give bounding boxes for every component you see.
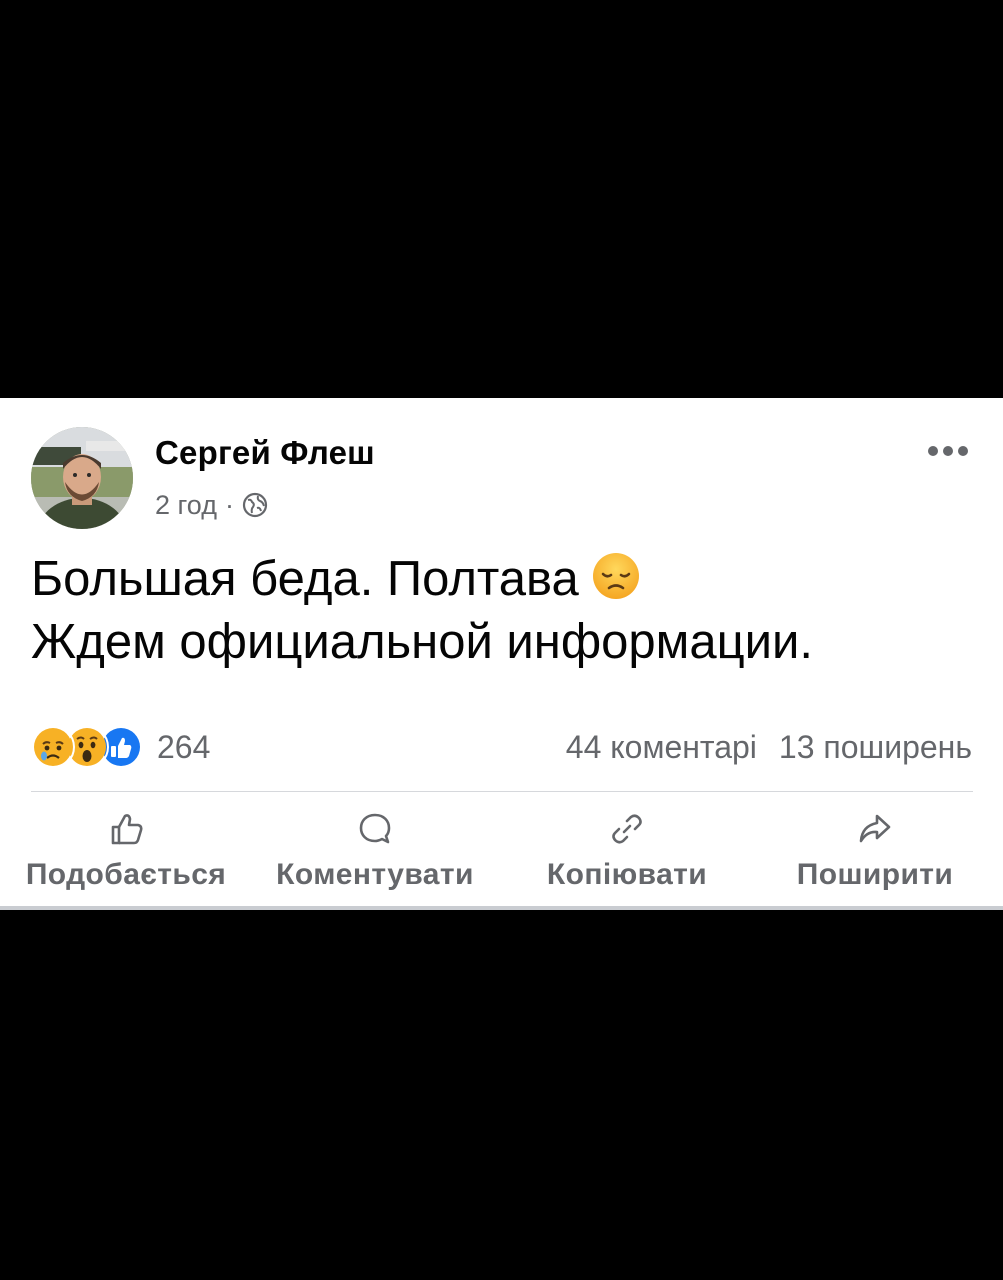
shares-count[interactable]: 13 поширень [779,729,972,766]
share-arrow-icon [859,814,891,843]
more-options-dot [958,446,968,456]
copy-link-button-label: Копіювати [546,858,708,891]
card-divider [0,906,1003,910]
comment-button-label: Коментувати [276,858,474,891]
post-meta: 2 год · [155,488,268,522]
post-text-line-1-content: Большая беда. Полтава [31,552,579,606]
thumbs-up-icon [111,814,143,845]
divider [31,791,973,792]
more-options-button[interactable] [920,436,976,466]
globe-icon [242,492,268,518]
link-icon [612,814,642,844]
meta-separator: · [224,489,234,520]
reaction-count: 264 [157,728,211,765]
comment-icon [359,813,391,844]
like-button-label: Подобається [25,858,227,891]
share-button-label: Поширити [796,858,954,891]
post-text-line-2: Ждем официальной информации. [31,615,814,669]
like-button[interactable]: Подобається [14,806,238,900]
copy-link-button[interactable]: Копіювати [526,806,728,900]
post-timestamp[interactable]: 2 год [155,490,217,521]
share-button[interactable]: Поширити [770,806,980,900]
comments-count[interactable]: 44 коментарі [566,729,757,766]
post-text-line-1: Большая беда. Полтава [31,548,981,611]
more-options-icon [928,446,938,456]
author-name[interactable]: Сергей Флеш [155,434,375,472]
post-actions-bar: Подобається Коментувати Копіювати Пошири… [0,806,1003,900]
more-options-dot [943,446,953,456]
comment-button[interactable]: Коментувати [262,806,488,900]
profile-photo [31,427,133,529]
disappointed-face-emoji [592,553,639,599]
post-stats: 44 коментарі 13 поширень [566,729,972,766]
reactions-summary[interactable]: 264 [31,725,211,769]
avatar[interactable] [31,427,133,529]
sad-reaction-icon [31,725,75,769]
post-text: Большая беда. Полтава Ждем официальной и… [31,548,981,674]
